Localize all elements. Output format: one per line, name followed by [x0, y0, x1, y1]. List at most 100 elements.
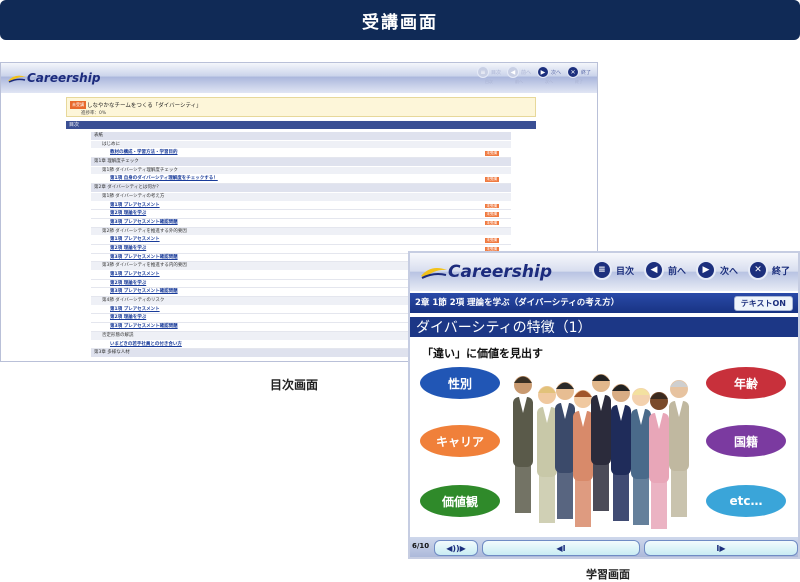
progress-rate: 進捗率：0%	[81, 111, 107, 116]
audio-play-button[interactable]: ◀))▶	[434, 540, 478, 556]
toc-nav-list-button[interactable]: ≡ 目次 目次	[476, 66, 501, 85]
status-badge: 未受講	[484, 238, 499, 243]
category-oval: 性別	[420, 367, 500, 399]
prev-icon: ◀	[506, 66, 519, 78]
prev-slide-button[interactable]: ◀I	[482, 540, 640, 556]
toc-nav-close-button[interactable]: ✕ 終了 終了	[566, 66, 591, 85]
toc-item-link-row[interactable]: 第3項 プレアセスメント確認問題 未受講	[91, 218, 511, 228]
study-app-header: Careership ≡ 目次 ◀ 前へ ▶ 次へ ✕ 終了	[410, 253, 798, 291]
course-info: 未受講 しなやかなチームをつくる「ダイバーシティ」 進捗率：0%	[66, 97, 536, 117]
category-oval: etc…	[706, 485, 786, 517]
toc-section-label: 第4節 ダイバーシティのリスク	[102, 298, 165, 304]
toc-app-header: Careership ≡ 目次 目次 ◀ 前へ 前へ ▶ 次へ 次へ ✕ 終了 終了	[1, 63, 597, 93]
toc-item-link-row[interactable]: 第2項 理論を学ぶ 未受講	[91, 210, 511, 219]
toc-section-label: 第3章 多様な人材	[94, 350, 130, 356]
list-icon: ≡	[591, 260, 612, 280]
toc-item-link[interactable]: 第1項 プレアセスメント	[110, 236, 160, 245]
person-figure	[631, 388, 651, 525]
toc-section-row: 第1節 ダイバーシティの考え方	[91, 192, 511, 202]
page-counter: 6/10	[412, 542, 430, 550]
toc-section-row: 第2章 ダイバーシティとは何か？	[91, 184, 511, 193]
toc-heading: 目次	[66, 121, 536, 129]
study-caption: 学習画面	[586, 568, 630, 581]
toc-item-link-row[interactable]: 第1項 プレアセスメント 未受講	[91, 236, 511, 245]
toc-item-link[interactable]: 第1項 自身のダイバーシティ理解度をチェックする！	[110, 175, 218, 184]
banner-title: 受講画面	[362, 12, 438, 33]
toc-item-link-row[interactable]: 第1項 自身のダイバーシティ理解度をチェックする！ 未受講	[91, 175, 511, 185]
toc-section-row: 第1章 理解度チェック	[91, 158, 511, 167]
person-figure	[555, 382, 575, 519]
nav-label: 終了	[771, 266, 790, 277]
toc-section-row: 第1節 ダイバーシティ理解度チェック	[91, 166, 511, 176]
category-oval: 国籍	[706, 425, 786, 457]
toc-section-label: 第1章 理解度チェック	[94, 159, 139, 165]
logo-swoosh-icon	[421, 268, 447, 279]
close-icon: ✕	[566, 66, 579, 78]
toc-item-link[interactable]: 第1項 プレアセスメント	[110, 306, 160, 315]
toc-item-link[interactable]: いまどきの若手社員との付き合い方	[110, 341, 182, 350]
person-figure	[537, 386, 557, 523]
toc-item-link[interactable]: 第1項 プレアセスメント	[110, 271, 160, 280]
nav-sub-label: 前へ	[514, 79, 523, 84]
toc-item-link[interactable]: 第1項 プレアセスメント	[110, 202, 160, 211]
slide-subtitle: 「違い」に価値を見出す	[422, 347, 543, 360]
status-badge: 未受講	[484, 177, 499, 182]
study-nav-list-button[interactable]: ≡ 目次	[591, 260, 634, 280]
status-badge: 未受講	[484, 203, 499, 208]
page-banner: 受講画面	[0, 0, 800, 40]
player-controls: 6/10 ◀))▶ ◀I I▶	[410, 537, 798, 557]
next-icon: ▶	[695, 260, 716, 280]
toc-section-label: 否定形態の解説	[102, 332, 134, 338]
status-badge: 未受講	[484, 151, 499, 156]
careership-logo: Careership	[7, 71, 100, 85]
toc-item-link[interactable]: 第2項 理論を学ぶ	[110, 280, 146, 289]
person-figure	[513, 376, 533, 513]
study-nav-prev-button[interactable]: ◀ 前へ	[643, 260, 686, 280]
toc-section-label: 第1節 ダイバーシティ理解度チェック	[102, 167, 178, 173]
category-oval: 価値観	[420, 485, 500, 517]
category-oval: 年齢	[706, 367, 786, 399]
nav-label: 目次	[615, 266, 634, 277]
toc-item-link[interactable]: 第2項 理論を学ぶ	[110, 245, 146, 254]
person-figure	[591, 374, 611, 511]
study-nav-close-button[interactable]: ✕ 終了	[747, 260, 790, 280]
toc-item-link[interactable]: 第3項 プレアセスメント確認問題	[110, 254, 178, 263]
toc-caption: 目次画面	[270, 378, 319, 392]
study-nav-buttons: ≡ 目次 ◀ 前へ ▶ 次へ ✕ 終了	[591, 260, 790, 280]
nav-label: 終了	[580, 69, 591, 76]
toc-section-label: 第1節 ダイバーシティの考え方	[102, 193, 165, 199]
text-toggle-button[interactable]: テキストON	[733, 296, 793, 311]
nav-sub-label: 次へ	[544, 79, 553, 84]
toc-section-row: 第2節 ダイバーシティを推進する外的要因	[91, 227, 511, 237]
toc-section-label: 表紙	[94, 133, 103, 138]
toc-item-link-row[interactable]: 第1項 プレアセスメント 未受講	[91, 201, 511, 211]
slide-title: ダイバーシティの特徴（1）	[410, 315, 798, 337]
toc-nav-prev-button[interactable]: ◀ 前へ 前へ	[506, 66, 531, 85]
nav-label: 次へ	[719, 266, 738, 277]
toc-item-link-row[interactable]: 教材の構成・学習方法・学習目的 未受講	[91, 149, 511, 159]
toc-nav-next-button[interactable]: ▶ 次へ 次へ	[536, 66, 561, 85]
status-badge: 未受講	[70, 101, 86, 109]
status-badge: 未受講	[484, 220, 499, 226]
nav-sub-label: 終了	[574, 79, 583, 84]
category-oval: キャリア	[420, 425, 500, 457]
nav-label: 目次	[490, 69, 501, 76]
person-figure	[573, 390, 593, 527]
list-icon: ≡	[476, 66, 489, 78]
next-slide-button[interactable]: I▶	[644, 540, 798, 556]
toc-item-link[interactable]: 第3項 プレアセスメント確認問題	[110, 288, 178, 297]
study-nav-next-button[interactable]: ▶ 次へ	[695, 260, 738, 280]
nav-label: 前へ	[667, 266, 686, 277]
prev-icon: ◀	[643, 260, 664, 280]
toc-section-label: 第2章 ダイバーシティとは何か？	[94, 185, 161, 191]
toc-item-link[interactable]: 第3項 プレアセスメント確認問題	[110, 323, 178, 332]
person-figure	[611, 384, 631, 521]
toc-item-link[interactable]: 教材の構成・学習方法・学習目的	[110, 149, 178, 158]
status-badge: 未受講	[484, 212, 499, 217]
toc-section-row: はじめに	[91, 140, 511, 150]
toc-item-link[interactable]: 第2項 理論を学ぶ	[110, 314, 146, 323]
toc-section-label: 第3節 ダイバーシティを推進する内的要因	[102, 263, 187, 269]
toc-item-link[interactable]: 第2項 理論を学ぶ	[110, 210, 146, 219]
nav-label: 次へ	[550, 69, 561, 76]
toc-item-link[interactable]: 第3項 プレアセスメント確認問題	[110, 219, 178, 228]
